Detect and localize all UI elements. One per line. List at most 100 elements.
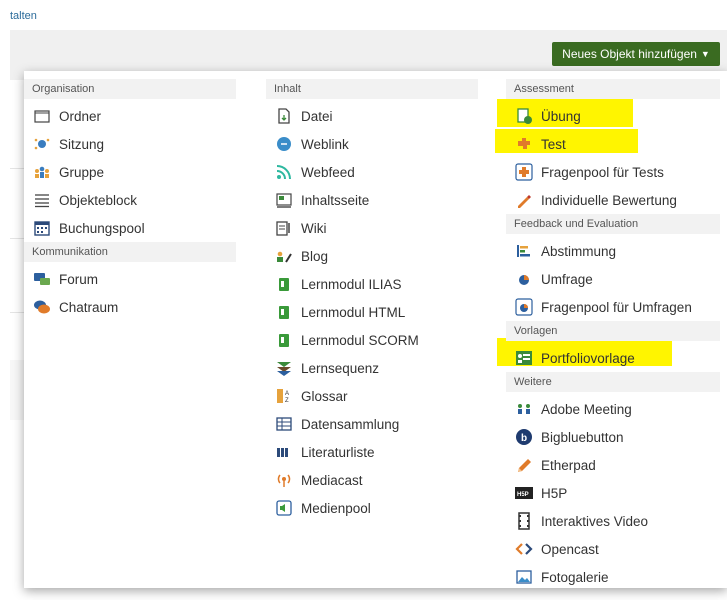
item-fotogalerie[interactable]: Fotogalerie: [506, 563, 720, 591]
opencast-icon: [515, 540, 533, 558]
item-lernmodul-ilias[interactable]: Lernmodul ILIAS: [266, 270, 478, 298]
item-opencast[interactable]: Opencast: [506, 535, 720, 563]
rss-icon: [275, 163, 293, 181]
item-h5p[interactable]: H5P H5P: [506, 479, 720, 507]
broadcast-icon: [275, 471, 293, 489]
item-objekteblock[interactable]: Objekteblock: [24, 186, 236, 214]
item-lernmodul-scorm[interactable]: Lernmodul SCORM: [266, 326, 478, 354]
learning-module-icon: [275, 331, 293, 349]
item-label: Etherpad: [541, 457, 596, 473]
item-label: Portfoliovorlage: [541, 350, 635, 366]
item-lernsequenz[interactable]: Lernsequenz: [266, 354, 478, 382]
item-etherpad[interactable]: Etherpad: [506, 451, 720, 479]
item-label: Fragenpool für Tests: [541, 164, 664, 180]
header-kommunikation: Kommunikation: [24, 242, 236, 262]
item-wiki[interactable]: Wiki: [266, 214, 478, 242]
weblink-icon: [275, 135, 293, 153]
header-feedback: Feedback und Evaluation: [506, 214, 720, 234]
calendar-icon: [33, 219, 51, 237]
header-organisation: Organisation: [24, 79, 236, 99]
item-datei[interactable]: Datei: [266, 102, 478, 130]
item-lernmodul-html[interactable]: Lernmodul HTML: [266, 298, 478, 326]
item-label: Test: [541, 136, 566, 152]
new-object-button[interactable]: Neues Objekt hinzufügen ▼: [552, 42, 720, 66]
item-label: Übung: [541, 108, 581, 124]
header-inhalt: Inhalt: [266, 79, 478, 99]
item-label: Fragenpool für Umfragen: [541, 299, 692, 315]
item-bigbluebutton[interactable]: b Bigbluebutton: [506, 423, 720, 451]
item-datensammlung[interactable]: Datensammlung: [266, 410, 478, 438]
item-adobe-meeting[interactable]: Adobe Meeting: [506, 395, 720, 423]
item-blog[interactable]: Blog: [266, 242, 478, 270]
item-umfrage[interactable]: Umfrage: [506, 265, 720, 293]
item-label: Umfrage: [541, 271, 593, 287]
pen-icon: [515, 191, 533, 209]
forum-icon: [33, 270, 51, 288]
item-individuelle-bewertung[interactable]: Individuelle Bewertung: [506, 186, 720, 214]
item-interaktives-video[interactable]: Interaktives Video: [506, 507, 720, 535]
folder-icon: [33, 107, 51, 125]
item-forum[interactable]: Forum: [24, 265, 236, 293]
svg-text:Z: Z: [285, 398, 289, 404]
breadcrumb[interactable]: talten: [10, 10, 37, 22]
poll-icon: [515, 242, 533, 260]
item-label: Ordner: [59, 108, 102, 124]
item-label: Webfeed: [301, 164, 355, 180]
item-fragenpool-umfragen[interactable]: Fragenpool für Umfragen: [506, 293, 720, 321]
item-glossar[interactable]: AZ Glossar: [266, 382, 478, 410]
item-sitzung[interactable]: Sitzung: [24, 130, 236, 158]
books-icon: [275, 443, 293, 461]
glossary-icon: AZ: [275, 387, 293, 405]
learning-module-icon: [275, 275, 293, 293]
item-label: Forum: [59, 271, 99, 287]
survey-icon: [515, 270, 533, 288]
item-label: Inhaltsseite: [301, 192, 370, 208]
puzzle-icon: [515, 135, 533, 153]
item-label: Lernmodul HTML: [301, 304, 406, 320]
item-chatraum[interactable]: Chatraum: [24, 293, 236, 321]
film-icon: [515, 512, 533, 530]
caret-down-icon: ▼: [700, 49, 710, 59]
blog-icon: [275, 247, 293, 265]
item-mediacast[interactable]: Mediacast: [266, 466, 478, 494]
item-portfoliovorlage[interactable]: Portfoliovorlage: [506, 344, 720, 372]
divider: [10, 238, 24, 239]
item-inhaltsseite[interactable]: Inhaltsseite: [266, 186, 478, 214]
item-label: Fotogalerie: [541, 569, 609, 585]
h5p-icon: H5P: [515, 484, 533, 502]
item-medienpool[interactable]: Medienpool: [266, 494, 478, 522]
content-page-icon: [275, 191, 293, 209]
item-test[interactable]: Test: [506, 130, 720, 158]
item-label: Sitzung: [59, 136, 105, 152]
item-label: Abstimmung: [541, 243, 617, 259]
item-fragenpool-tests[interactable]: Fragenpool für Tests: [506, 158, 720, 186]
list-block-icon: [33, 191, 51, 209]
item-uebung[interactable]: Übung: [506, 102, 720, 130]
media-pool-icon: [275, 499, 293, 517]
svg-text:H5P: H5P: [517, 492, 529, 498]
item-weblink[interactable]: Weblink: [266, 130, 478, 158]
meeting-icon: [515, 400, 533, 418]
item-label: Datensammlung: [301, 416, 400, 432]
item-ordner[interactable]: Ordner: [24, 102, 236, 130]
item-label: Chatraum: [59, 299, 119, 315]
chat-icon: [33, 298, 51, 316]
group-icon: [33, 163, 51, 181]
item-label: Medienpool: [301, 500, 371, 516]
item-label: Objekteblock: [59, 192, 138, 208]
item-webfeed[interactable]: Webfeed: [266, 158, 478, 186]
new-object-label: Neues Objekt hinzufügen: [562, 47, 697, 61]
item-label: Wiki: [301, 220, 327, 236]
header-weitere: Weitere: [506, 372, 720, 392]
wiki-icon: [275, 219, 293, 237]
item-gruppe[interactable]: Gruppe: [24, 158, 236, 186]
portfolio-icon: [515, 349, 533, 367]
item-buchungspool[interactable]: Buchungspool: [24, 214, 236, 242]
learning-module-icon: [275, 303, 293, 321]
table-icon: [275, 415, 293, 433]
item-literaturliste[interactable]: Literaturliste: [266, 438, 478, 466]
item-abstimmung[interactable]: Abstimmung: [506, 237, 720, 265]
item-label: Datei: [301, 108, 333, 124]
divider: [10, 168, 24, 169]
header-vorlagen: Vorlagen: [506, 321, 720, 341]
